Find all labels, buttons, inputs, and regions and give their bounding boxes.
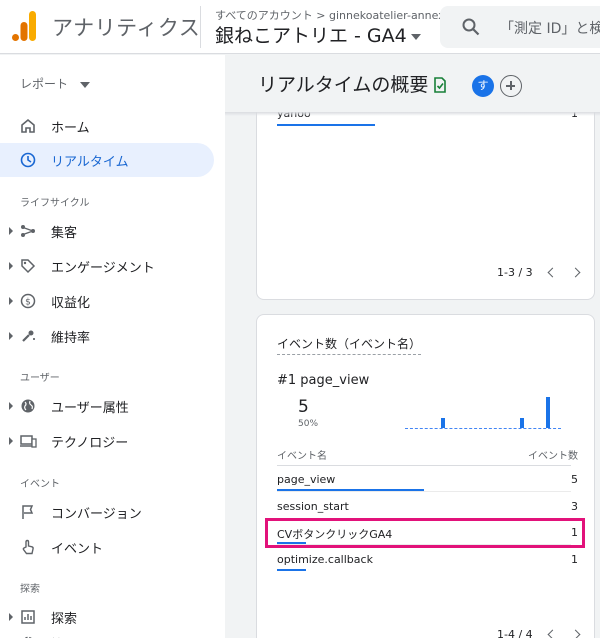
property-selector[interactable]: 銀ねこアトリエ - GA4: [215, 21, 421, 48]
chevron-down-icon: [80, 81, 91, 88]
scroll-shadow: [225, 112, 600, 116]
table-row-value: 3: [571, 500, 578, 513]
section-header-user: ユーザー: [20, 373, 60, 384]
top-app-bar: アナリティクス すべてのアカウント > ginnekoatelier-annex…: [0, 0, 600, 54]
expand-arrow-icon: [9, 332, 13, 340]
report-dropdown[interactable]: レポート: [20, 75, 91, 92]
sidebar-item-label: テクノロジー: [51, 435, 129, 451]
devices-icon: [19, 432, 37, 450]
property-name: 銀ねこアトリエ - GA4: [215, 25, 407, 47]
sidebar-item-technology[interactable]: テクノロジー: [0, 424, 214, 458]
section-header-lifecycle: ライフサイクル: [20, 198, 90, 209]
app-name: アナリティクス: [52, 16, 201, 40]
sparkline-bar: [546, 397, 550, 428]
sidebar-item-label: 管理: [51, 634, 77, 638]
main-content: yahoo 1 1-3 / 3 リアルタイムの概要 す イベント数（イベント名）…: [225, 55, 600, 638]
sidebar-item-retention[interactable]: 維持率: [0, 319, 214, 353]
verified-check-icon: [434, 77, 446, 93]
globe-icon: [19, 397, 37, 415]
row-divider: [277, 491, 571, 492]
chevron-down-icon: [410, 33, 421, 40]
table-row-label[interactable]: session_start: [277, 500, 349, 513]
retention-icon: [19, 327, 37, 345]
top-event-value: 5: [298, 397, 309, 417]
search-placeholder: 「測定 ID」と検索: [500, 21, 600, 37]
sidebar-item-label: エンゲージメント: [51, 260, 155, 276]
column-header-event-count: イベント数: [528, 451, 578, 462]
expand-arrow-icon: [9, 262, 13, 270]
analytics-logo-icon[interactable]: [12, 11, 36, 41]
sidebar-item-label: 探索: [51, 611, 78, 627]
expand-arrow-icon: [9, 297, 13, 305]
sidebar-item-engagement[interactable]: エンゲージメント: [0, 249, 214, 283]
chevron-left-icon[interactable]: [547, 267, 558, 278]
highlight-box: [265, 518, 585, 548]
sparkline-bar: [441, 418, 445, 428]
sidebar-item-label: リアルタイム: [51, 154, 129, 170]
tag-icon: [19, 257, 37, 275]
sidebar-item-admin[interactable]: 管理: [0, 626, 214, 638]
flag-icon: [19, 503, 37, 521]
sidebar-item-acquisition[interactable]: 集客: [0, 214, 214, 248]
avatar[interactable]: す: [472, 75, 494, 97]
gear-icon: [19, 634, 37, 638]
event-count-card: イベント数（イベント名） #1 page_view 5 50% イベント名 イベ…: [256, 314, 595, 638]
sidebar-item-label: ホーム: [51, 120, 90, 136]
section-header-explore: 探索: [20, 584, 40, 595]
sidebar-item-label: ユーザー属性: [51, 400, 129, 416]
traffic-source-card: yahoo 1 1-3 / 3: [256, 100, 595, 300]
table-row-label[interactable]: optimize.callback: [277, 553, 373, 566]
search-input[interactable]: 「測定 ID」と検索: [440, 6, 600, 48]
dollar-icon: $: [19, 292, 37, 310]
sidebar-item-events[interactable]: イベント: [0, 530, 214, 564]
column-header-event-name: イベント名: [277, 451, 327, 462]
acquisition-icon: [19, 222, 37, 240]
explore-icon: [19, 608, 37, 626]
table-row-value: 1: [571, 553, 578, 566]
header-divider: [200, 6, 201, 48]
sparkline-baseline: [405, 428, 561, 429]
clock-icon: [19, 151, 37, 169]
expand-arrow-icon: [9, 227, 13, 235]
sidebar-item-conversions[interactable]: コンバージョン: [0, 495, 214, 529]
table-row-label[interactable]: page_view: [277, 473, 335, 486]
sparkline-bar: [520, 418, 524, 428]
report-dropdown-label: レポート: [20, 77, 69, 91]
expand-arrow-icon: [9, 402, 13, 410]
expand-arrow-icon: [9, 613, 13, 621]
chevron-right-icon[interactable]: [570, 267, 581, 278]
sidebar-item-label: コンバージョン: [51, 506, 142, 522]
row-value-bar: [277, 569, 306, 571]
svg-text:$: $: [25, 298, 31, 308]
header-divider: [277, 465, 571, 466]
sidebar-item-home[interactable]: ホーム: [0, 109, 214, 143]
home-icon: [19, 117, 37, 135]
search-icon: [462, 18, 480, 36]
sidebar-item-label: イベント: [51, 541, 104, 557]
sidebar-item-label: 収益化: [51, 295, 91, 311]
pagination-label: 1-3 / 3: [497, 266, 533, 279]
sidebar-item-label: 集客: [51, 225, 78, 241]
sidebar-item-demographics[interactable]: ユーザー属性: [0, 389, 214, 423]
sidebar-item-realtime[interactable]: リアルタイム: [0, 143, 214, 177]
page-title: リアルタイムの概要: [258, 74, 429, 96]
section-header-event: イベント: [20, 479, 60, 490]
pagination: 1-3 / 3: [497, 266, 581, 279]
touch-icon: [19, 538, 37, 556]
chevron-right-icon[interactable]: [570, 629, 581, 638]
add-comparison-button[interactable]: [500, 75, 522, 97]
expand-arrow-icon: [9, 437, 13, 445]
top-event-label: #1 page_view: [277, 373, 370, 388]
page-header: リアルタイムの概要 す: [225, 55, 600, 112]
sidebar: レポート ホーム リアルタイム ライフサイクル 集客 エンゲージメント $ 収益…: [0, 55, 225, 638]
row-value-bar: [277, 124, 375, 126]
sidebar-item-monetization[interactable]: $ 収益化: [0, 284, 214, 318]
top-event-percent: 50%: [298, 419, 319, 429]
sidebar-item-label: 維持率: [51, 330, 91, 346]
card-title[interactable]: イベント数（イベント名）: [277, 335, 422, 355]
pagination: 1-4 / 4: [497, 628, 581, 638]
pagination-label: 1-4 / 4: [497, 628, 533, 638]
table-row-value: 5: [571, 473, 578, 486]
chevron-left-icon[interactable]: [547, 629, 558, 638]
